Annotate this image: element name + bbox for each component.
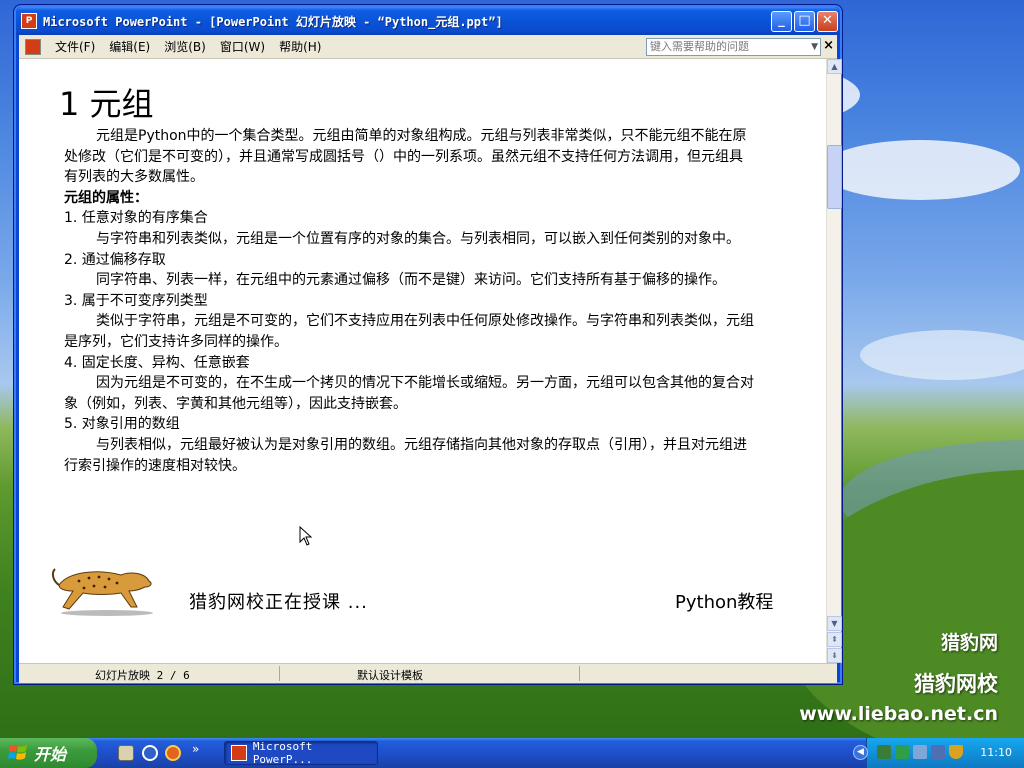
chevron-left-icon[interactable]: ◀ (853, 745, 868, 760)
close-button[interactable]: ✕ (817, 11, 838, 32)
scroll-thumb[interactable] (827, 145, 842, 209)
scroll-up-icon[interactable]: ▲ (827, 59, 842, 74)
powerpoint-window: P Microsoft PowerPoint - [PowerPoint 幻灯片… (13, 4, 843, 685)
course-brand: Python教程 (675, 592, 774, 613)
minimize-button[interactable]: _ (771, 11, 792, 32)
close-document-icon[interactable]: × (823, 38, 834, 53)
window-title: Microsoft PowerPoint - [PowerPoint 幻灯片放映… (43, 14, 503, 29)
taskbar: 开始 » Microsoft PowerP... ◀ 11:10 (0, 738, 1024, 768)
menu-help[interactable]: 帮助(H) (279, 38, 321, 55)
close-icon: ✕ (822, 13, 833, 28)
status-divider (279, 666, 280, 681)
volume-icon[interactable] (913, 745, 927, 759)
next-slide-icon[interactable]: ⇟ (827, 648, 842, 663)
display-icon[interactable] (931, 745, 945, 759)
slide-body: 元组是Python中的一个集合类型。元组由简单的对象组构成。元组与列表非常类似，… (64, 126, 754, 476)
start-label: 开始 (34, 745, 67, 764)
security-icon[interactable] (895, 745, 909, 759)
document-icon[interactable] (25, 38, 41, 55)
shield-icon[interactable] (949, 745, 963, 759)
maximize-icon: □ (798, 13, 811, 28)
slide-title: 1 元组 (59, 85, 154, 123)
help-search-input[interactable]: 键入需要帮助的问题 ▼ (646, 38, 821, 56)
menu-file[interactable]: 文件(F) (55, 38, 95, 55)
watermark-line1: 猎豹网 (940, 632, 998, 654)
menu-bar: 文件(F) 编辑(E) 浏览(B) 窗口(W) 帮助(H) 键入需要帮助的问题 … (19, 35, 837, 59)
property-text: 与列表相似，元组最好被认为是对象引用的数组。元组存储指向其他对象的存取点（引用）… (64, 436, 747, 474)
property-text: 与字符串和列表类似，元组是一个位置有序的对象的集合。与列表相同，可以嵌入到任何类… (96, 230, 740, 247)
properties-heading: 元组的属性： (64, 189, 148, 206)
taskbar-task-label: Microsoft PowerP... (252, 740, 313, 766)
mouse-cursor-icon (299, 526, 313, 546)
slide-canvas: 1 元组 元组是Python中的一个集合类型。元组由简单的对象组构成。元组与列表… (19, 59, 826, 663)
property-heading: 5. 对象引用的数组 (64, 416, 180, 433)
network-icon[interactable] (877, 745, 891, 759)
status-divider (579, 666, 580, 681)
property-heading: 3. 属于不可变序列类型 (64, 292, 208, 309)
maximize-button[interactable]: □ (794, 11, 815, 32)
slide-counter: 幻灯片放映 2 / 6 (95, 669, 190, 682)
quicklaunch-more-icon[interactable]: » (192, 742, 199, 756)
property-heading: 4. 固定长度、异构、任意嵌套 (64, 354, 250, 371)
browser-icon[interactable] (165, 745, 181, 761)
property-heading: 2. 通过偏移存取 (64, 251, 166, 268)
media-player-icon[interactable] (142, 745, 158, 761)
menu-window[interactable]: 窗口(W) (220, 38, 265, 55)
windows-logo-icon (8, 745, 27, 760)
menu-edit[interactable]: 编辑(E) (109, 38, 150, 55)
help-placeholder: 键入需要帮助的问题 (650, 40, 749, 53)
design-template-name: 默认设计模板 (357, 669, 423, 682)
powerpoint-icon[interactable]: P (21, 13, 37, 29)
taskbar-powerpoint-button[interactable]: Microsoft PowerP... (224, 740, 378, 766)
property-text: 因为元组是不可变的，在不生成一个拷贝的情况下不能增长或缩短。另一方面，元组可以包… (64, 375, 754, 412)
start-button[interactable]: 开始 (0, 738, 97, 768)
scroll-down-icon[interactable]: ▼ (827, 616, 842, 631)
powerpoint-icon (231, 745, 247, 761)
property-heading: 1. 任意对象的有序集合 (64, 210, 208, 227)
property-text: 同字符串、列表一样，在元组中的元素通过偏移（而不是键）来访问。它们支持所有基于偏… (96, 272, 726, 289)
prev-slide-icon[interactable]: ⇞ (827, 632, 842, 647)
slide-intro: 元组是Python中的一个集合类型。元组由简单的对象组构成。元组与列表非常类似，… (64, 128, 747, 186)
lecture-status: 猎豹网校正在授课 ... (189, 592, 368, 613)
watermark-line2: 猎豹网校 (914, 672, 998, 696)
watermark-url: www.liebao.net.cn (799, 703, 998, 725)
menu-view[interactable]: 浏览(B) (164, 38, 206, 55)
status-bar: 幻灯片放映 2 / 6 默认设计模板 (19, 663, 837, 683)
minimize-icon: _ (778, 13, 785, 28)
chevron-down-icon[interactable]: ▼ (811, 39, 818, 55)
vertical-scrollbar[interactable]: ▲ ▼ ⇞ ⇟ (826, 59, 842, 663)
clock[interactable]: 11:10 (980, 746, 1012, 759)
property-text: 类似于字符串，元组是不可变的，它们不支持应用在列表中任何原处修改操作。与字符串和… (64, 313, 754, 350)
show-desktop-icon[interactable] (118, 745, 134, 761)
cheetah-logo (51, 568, 153, 616)
system-tray: ◀ 11:10 (853, 738, 1024, 768)
title-bar[interactable]: P Microsoft PowerPoint - [PowerPoint 幻灯片… (16, 7, 840, 35)
